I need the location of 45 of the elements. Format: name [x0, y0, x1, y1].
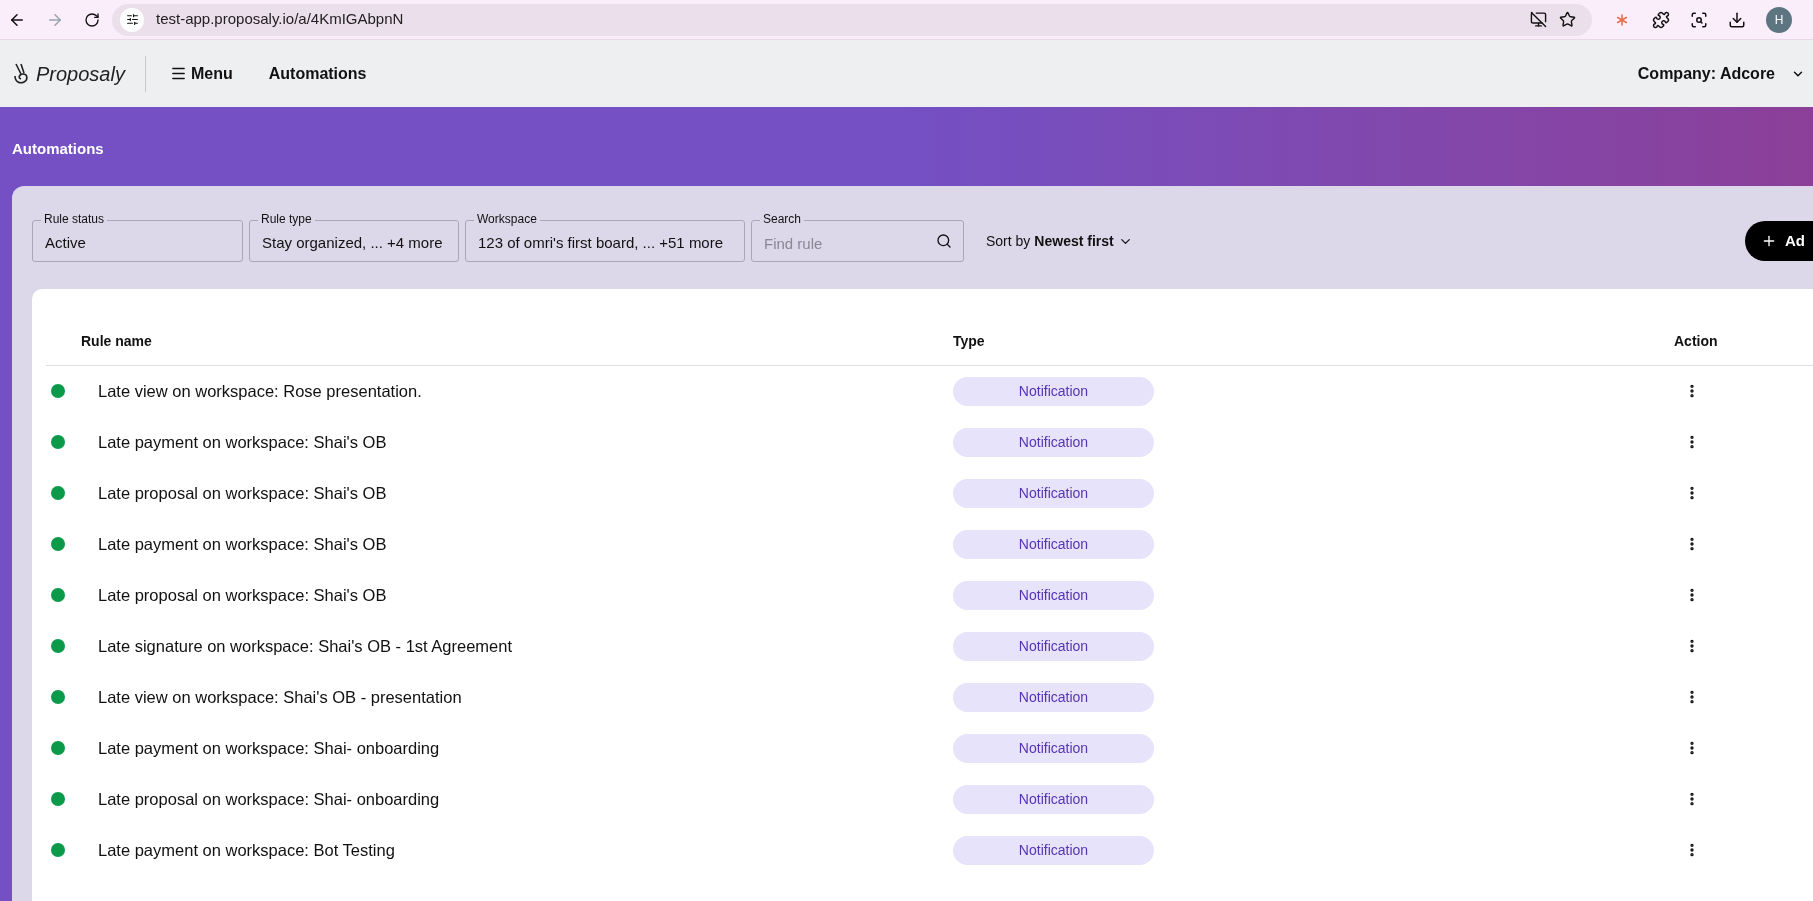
download-icon[interactable]: [1728, 10, 1746, 29]
type-badge: Notification: [953, 580, 1154, 610]
type-badge: Notification: [953, 733, 1154, 763]
type-badge: Notification: [953, 835, 1154, 865]
address-bar[interactable]: test-app.proposaly.io/a/4KmIGAbpnN: [112, 3, 1592, 36]
add-button[interactable]: Ad: [1745, 221, 1813, 261]
rule-name[interactable]: Late payment on workspace: Shai's OB: [98, 531, 953, 557]
rule-name[interactable]: Late payment on workspace: Shai- onboarding: [98, 735, 953, 761]
menu-icon: [169, 65, 187, 82]
type-badge: Notification: [953, 631, 1154, 661]
page-title: Automations: [11, 139, 105, 159]
filter-label: Workspace: [474, 213, 540, 225]
rule-name[interactable]: Late view on workspace: Shai's OB - presentation: [98, 684, 953, 710]
rule-name[interactable]: Late proposal on workspace: Shai's OB: [98, 480, 953, 506]
rule-name[interactable]: Late payment on workspace: Shai's OB: [98, 429, 953, 455]
profile-avatar[interactable]: H: [1766, 6, 1792, 33]
type-badge: Notification: [953, 529, 1154, 559]
url-text: test-app.proposaly.io/a/4KmIGAbpnN: [156, 9, 404, 30]
rule-name[interactable]: Late view on workspace: Rose presentation.: [98, 378, 953, 404]
rule-name[interactable]: Late payment on workspace: Bot Testing: [98, 837, 953, 863]
sort-dropdown[interactable]: Sort by Newest first: [986, 230, 1133, 252]
filter-label: Rule status: [41, 213, 108, 225]
column-header: Rule name: [81, 332, 153, 351]
column-header: Action: [1674, 332, 1718, 351]
rule-name[interactable]: Late proposal on workspace: Shai- onboarding: [98, 786, 953, 812]
company-selector[interactable]: Company: Adcore: [1637, 61, 1805, 86]
rule-name[interactable]: Late proposal on workspace: Shai's OB: [98, 582, 953, 608]
type-badge: Notification: [953, 376, 1154, 406]
filter-label: Rule type: [258, 213, 315, 225]
type-badge: Notification: [953, 478, 1154, 508]
type-badge: Notification: [953, 682, 1154, 712]
star-icon[interactable]: [1559, 11, 1576, 28]
puzzle-icon[interactable]: [1652, 10, 1670, 29]
column-header: Type: [953, 332, 986, 351]
menu-button[interactable]: Menu: [169, 61, 233, 86]
rule-name[interactable]: Late signature on workspace: Shai's OB - 1st Agreement: [98, 633, 953, 659]
logo-text[interactable]: Proposaly: [36, 58, 125, 89]
reload-icon[interactable]: [84, 11, 100, 28]
type-badge: Notification: [953, 427, 1154, 457]
type-badge: Notification: [953, 784, 1154, 814]
site-settings-icon[interactable]: [120, 7, 144, 32]
search-icon: [936, 233, 952, 249]
plus-icon: [1761, 233, 1777, 249]
section-link[interactable]: Automations: [268, 61, 367, 86]
search-label: Search: [760, 213, 805, 225]
